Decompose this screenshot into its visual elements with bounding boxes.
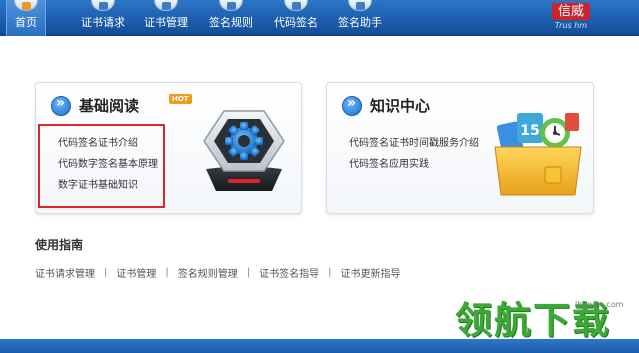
- guide-link-cert-sign-guide[interactable]: 证书签名指导: [259, 265, 319, 280]
- guide-link-cert-update-guide[interactable]: 证书更新指导: [341, 265, 401, 280]
- nav-item-home[interactable]: 首页: [6, 0, 46, 36]
- panel-title: 基础阅读: [51, 95, 139, 116]
- nav-item-label: 签名助手: [338, 16, 382, 29]
- logo-sub-text: Trus hm: [554, 21, 588, 30]
- link-separator: |: [246, 267, 251, 278]
- svg-text:15: 15: [520, 123, 539, 139]
- basic-reading-title: 基础阅读: [79, 97, 140, 115]
- link-timestamp-service-intro[interactable]: 代码签名证书时间戳服务介绍: [349, 133, 479, 154]
- nav-item-cert-manage[interactable]: 证书管理: [139, 0, 193, 36]
- usage-guide-links: 证书请求管理 | 证书管理 | 签名规则管理 | 证书签名指导 | 证书更新指导: [35, 265, 401, 280]
- cert-manage-icon: [154, 0, 178, 11]
- knowledge-center-panel: 知识中心 代码签名证书时间戳服务介绍 代码签名应用实践 15: [326, 82, 594, 214]
- hot-badge: HOT: [169, 94, 192, 104]
- gear-icon: [198, 107, 290, 195]
- nav-item-label: 证书管理: [144, 16, 188, 29]
- link-code-sign-practice[interactable]: 代码签名应用实践: [349, 154, 479, 175]
- guide-link-cert-request-manage[interactable]: 证书请求管理: [35, 265, 95, 280]
- highlight-box: [38, 124, 165, 208]
- guide-link-sign-rules-manage[interactable]: 签名规则管理: [178, 265, 238, 280]
- nav-item-sign-rules[interactable]: 签名规则: [204, 0, 258, 36]
- nav-item-sign-assistant[interactable]: 签名助手: [333, 0, 387, 36]
- usage-guide-title: 使用指南: [35, 238, 84, 252]
- nav-item-label: 代码签名: [274, 16, 318, 29]
- folder-apps-icon: 15: [489, 105, 587, 201]
- watermark-url: lhdown.com: [575, 300, 624, 309]
- link-separator: |: [165, 267, 169, 278]
- cert-request-icon: [91, 0, 115, 11]
- brand-logo: 信威 Trus hm: [541, 0, 601, 34]
- link-separator: |: [104, 267, 108, 278]
- nav-item-cert-request[interactable]: 证书请求: [76, 0, 130, 36]
- sign-assistant-icon: [348, 0, 372, 11]
- knowledge-center-links: 代码签名证书时间戳服务介绍 代码签名应用实践: [349, 133, 479, 175]
- knowledge-center-title: 知识中心: [370, 97, 431, 115]
- logo-main-text: 信威: [551, 3, 590, 20]
- home-icon: [14, 0, 38, 11]
- play-arrow-icon: [342, 95, 362, 116]
- nav-item-label: 签名规则: [209, 16, 253, 29]
- link-separator: |: [328, 267, 332, 278]
- guide-link-cert-manage[interactable]: 证书管理: [116, 265, 156, 280]
- code-sign-icon: [284, 0, 308, 11]
- top-nav: 首页 证书请求 证书管理 签名规则 代码签名 签名助手 信威 Trus hm: [0, 0, 639, 36]
- nav-item-label: 首页: [15, 16, 37, 29]
- nav-item-code-sign[interactable]: 代码签名: [269, 0, 323, 36]
- panel-title: 知识中心: [342, 95, 430, 116]
- sign-rules-icon: [219, 0, 243, 11]
- play-arrow-icon: [51, 95, 71, 116]
- nav-item-label: 证书请求: [81, 16, 125, 29]
- bottom-bar: [0, 339, 639, 353]
